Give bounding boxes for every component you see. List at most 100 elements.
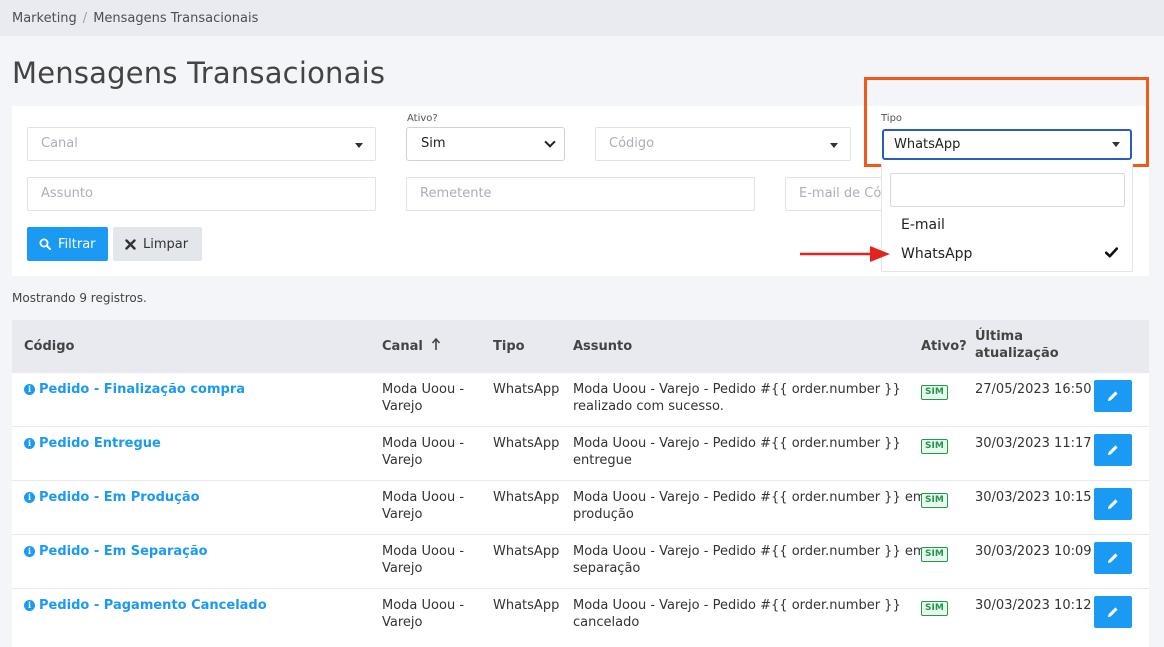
- caret-down-icon: [355, 143, 363, 148]
- tipo-select[interactable]: WhatsApp: [882, 129, 1132, 160]
- ativo-label: Ativo?: [407, 113, 438, 124]
- row-assunto-line1: Moda Uoou - Varejo - Pedido #{{ order.nu…: [573, 490, 926, 505]
- row-canal-line1: Moda Uoou -: [382, 490, 465, 505]
- edit-button[interactable]: [1094, 434, 1132, 466]
- page-title: Mensagens Transacionais: [12, 56, 386, 90]
- sort-up-arrow-icon: [432, 337, 441, 350]
- status-badge: SIM: [921, 439, 948, 454]
- edit-button[interactable]: [1094, 488, 1132, 520]
- table-row: i Pedido Entregue Moda Uoou - Varejo WhatsAp…: [12, 426, 1149, 480]
- pencil-icon: [1108, 445, 1118, 455]
- status-badge: SIM: [921, 385, 948, 400]
- breadcrumb-item-current: Mensagens Transacionais: [93, 11, 259, 26]
- table-row: i Pedido - Pagamento Cancelado Moda Uoou -…: [12, 588, 1149, 642]
- table-row: i Pedido - Em Separação Moda Uoou - Varejo W…: [12, 534, 1149, 588]
- row-atualizacao: 30/03/2023 11:17: [975, 436, 1092, 451]
- filter-button[interactable]: Filtrar: [27, 227, 108, 261]
- row-assunto: Moda Uoou - Varejo - Pedido #{{ order.nu…: [573, 597, 901, 631]
- table-row: i Pedido - Finalização compra Moda Uoou - V…: [12, 372, 1149, 426]
- header-tipo[interactable]: Tipo: [493, 338, 525, 355]
- breadcrumb-item-marketing[interactable]: Marketing: [12, 11, 77, 26]
- row-assunto-line2: entregue: [573, 453, 632, 468]
- email-copia-input[interactable]: E-mail de Cóp: [785, 177, 895, 211]
- checkmark-icon: [1105, 247, 1118, 258]
- row-code-text: Pedido - Em Separação: [39, 544, 208, 559]
- row-tipo: WhatsApp: [493, 490, 560, 505]
- row-canal: Moda Uoou - Varejo: [382, 543, 464, 577]
- row-canal-line2: Varejo: [382, 615, 423, 630]
- info-icon[interactable]: i: [24, 546, 35, 557]
- header-canal[interactable]: Canal: [382, 337, 441, 355]
- chevron-down-icon: [544, 136, 556, 148]
- row-canal-line1: Moda Uoou -: [382, 544, 465, 559]
- row-assunto-line2: realizado com sucesso.: [573, 399, 724, 414]
- row-canal-line2: Varejo: [382, 453, 423, 468]
- row-atualizacao: 30/03/2023 10:15: [975, 490, 1092, 505]
- remetente-input[interactable]: Remetente: [406, 177, 755, 211]
- row-canal-line1: Moda Uoou -: [382, 598, 465, 613]
- codigo-select[interactable]: Código: [595, 127, 851, 161]
- canal-select[interactable]: Canal: [27, 127, 376, 161]
- edit-button[interactable]: [1094, 596, 1132, 628]
- row-code-link[interactable]: i Pedido Entregue: [24, 435, 161, 452]
- canal-placeholder: Canal: [41, 136, 78, 151]
- tipo-dropdown: E-mail WhatsApp: [881, 164, 1133, 272]
- ativo-select[interactable]: Sim: [406, 127, 565, 161]
- pencil-icon: [1108, 499, 1118, 509]
- status-badge: SIM: [921, 601, 948, 616]
- caret-down-icon: [1112, 142, 1120, 147]
- row-ativo: SIM: [921, 598, 948, 616]
- remetente-placeholder: Remetente: [420, 186, 492, 201]
- row-canal: Moda Uoou - Varejo: [382, 381, 464, 415]
- info-icon[interactable]: i: [24, 384, 35, 395]
- header-ultima-line2: atualização: [975, 346, 1059, 361]
- filter-button-label: Filtrar: [58, 236, 96, 252]
- row-code-link[interactable]: i Pedido - Finalização compra: [24, 381, 245, 398]
- row-atualizacao: 30/03/2023 10:12: [975, 598, 1092, 613]
- row-assunto-line1: Moda Uoou - Varejo - Pedido #{{ order.nu…: [573, 544, 926, 559]
- row-atualizacao: 30/03/2023 10:09: [975, 544, 1092, 559]
- codigo-placeholder: Código: [609, 136, 655, 151]
- edit-button[interactable]: [1094, 380, 1132, 412]
- clear-button[interactable]: Limpar: [113, 227, 202, 261]
- dropdown-search-input[interactable]: [890, 173, 1125, 207]
- red-arrow-annotation: [800, 246, 890, 262]
- row-assunto: Moda Uoou - Varejo - Pedido #{{ order.nu…: [573, 381, 901, 415]
- table-header: Código Canal Tipo Assunto Ativo? Última …: [12, 320, 1149, 372]
- dropdown-option-email[interactable]: E-mail: [901, 217, 945, 233]
- row-canal: Moda Uoou - Varejo: [382, 597, 464, 631]
- close-icon: [125, 238, 136, 250]
- row-tipo: WhatsApp: [493, 598, 560, 613]
- row-code-link[interactable]: i Pedido - Em Produção: [24, 489, 200, 506]
- info-icon[interactable]: i: [24, 600, 35, 611]
- tipo-value: WhatsApp: [894, 137, 961, 152]
- edit-button[interactable]: [1094, 542, 1132, 574]
- row-assunto: Moda Uoou - Varejo - Pedido #{{ order.nu…: [573, 543, 926, 577]
- row-assunto-line1: Moda Uoou - Varejo - Pedido #{{ order.nu…: [573, 382, 901, 397]
- row-ativo: SIM: [921, 544, 948, 562]
- status-badge: SIM: [921, 493, 948, 508]
- status-badge: SIM: [921, 547, 948, 562]
- row-assunto-line2: cancelado: [573, 615, 640, 630]
- clear-button-label: Limpar: [143, 236, 189, 252]
- header-assunto[interactable]: Assunto: [573, 338, 632, 355]
- header-ativo[interactable]: Ativo?: [921, 338, 967, 355]
- row-ativo: SIM: [921, 490, 948, 508]
- row-code-text: Pedido - Finalização compra: [39, 382, 246, 397]
- header-codigo[interactable]: Código: [24, 338, 74, 355]
- row-ativo: SIM: [921, 436, 948, 454]
- dropdown-option-whatsapp[interactable]: WhatsApp: [901, 246, 972, 262]
- row-code-text: Pedido - Pagamento Cancelado: [39, 598, 267, 613]
- info-icon[interactable]: i: [24, 438, 35, 449]
- row-code-text: Pedido - Em Produção: [39, 490, 200, 505]
- row-tipo: WhatsApp: [493, 544, 560, 559]
- row-code-link[interactable]: i Pedido - Em Separação: [24, 543, 208, 560]
- caret-down-icon: [830, 143, 838, 148]
- assunto-input[interactable]: Assunto: [27, 177, 376, 211]
- email-copia-placeholder: E-mail de Cóp: [799, 186, 890, 201]
- header-ultima-atualizacao[interactable]: Última atualização: [975, 328, 1059, 362]
- row-code-link[interactable]: i Pedido - Pagamento Cancelado: [24, 597, 267, 614]
- info-icon[interactable]: i: [24, 492, 35, 503]
- row-assunto-line1: Moda Uoou - Varejo - Pedido #{{ order.nu…: [573, 436, 901, 451]
- row-canal-line2: Varejo: [382, 399, 423, 414]
